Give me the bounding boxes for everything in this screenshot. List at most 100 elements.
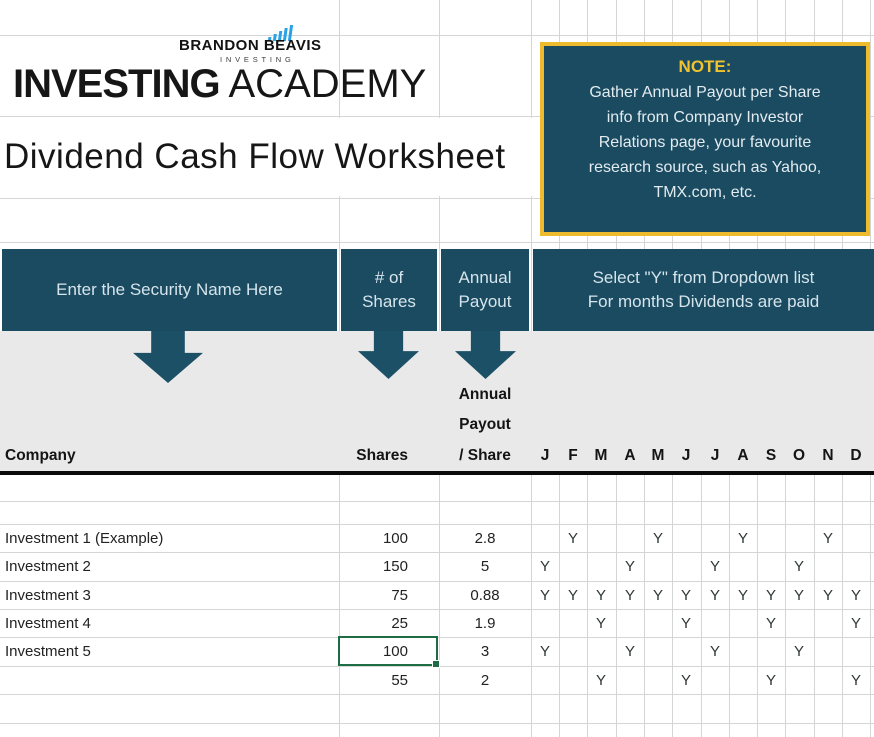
shares-cell[interactable]: 55: [339, 666, 408, 694]
month-cell[interactable]: [842, 524, 870, 552]
month-cell[interactable]: [785, 524, 813, 552]
instruction-text: Payout: [458, 292, 512, 311]
month-cell[interactable]: [531, 666, 559, 694]
month-cell[interactable]: Y: [701, 637, 729, 666]
payout-cell[interactable]: 1.9: [439, 609, 531, 637]
month-cell[interactable]: [842, 637, 870, 666]
month-cell[interactable]: [814, 552, 842, 581]
month-cell[interactable]: [757, 552, 785, 581]
month-cell[interactable]: [672, 637, 700, 666]
month-cell[interactable]: [814, 666, 842, 694]
wordmark-academy: ACADEMY: [228, 62, 427, 106]
month-cell[interactable]: Y: [701, 581, 729, 609]
month-cell[interactable]: [587, 637, 615, 666]
month-cell[interactable]: Y: [729, 524, 757, 552]
month-cell[interactable]: [616, 609, 644, 637]
month-cell[interactable]: [842, 552, 870, 581]
month-cell[interactable]: [559, 609, 587, 637]
month-cell[interactable]: [785, 666, 813, 694]
shares-cell[interactable]: 75: [339, 581, 408, 609]
month-cell[interactable]: [616, 666, 644, 694]
month-cell[interactable]: Y: [785, 552, 813, 581]
month-cell[interactable]: Y: [701, 552, 729, 581]
instruction-dropdown: Select "Y" from Dropdown list For months…: [533, 249, 874, 331]
month-cell[interactable]: Y: [616, 552, 644, 581]
month-cell[interactable]: Y: [616, 637, 644, 666]
instruction-text: Annual: [458, 268, 512, 287]
month-cell[interactable]: Y: [814, 581, 842, 609]
month-cell[interactable]: [701, 666, 729, 694]
month-cell[interactable]: [616, 524, 644, 552]
month-cell[interactable]: Y: [531, 581, 559, 609]
month-cell[interactable]: Y: [616, 581, 644, 609]
shares-cell[interactable]: 150: [339, 552, 408, 581]
month-header-cell: J: [540, 447, 550, 464]
month-cell[interactable]: [701, 524, 729, 552]
column-header-payout-line3: / Share: [459, 447, 511, 464]
month-cell[interactable]: Y: [531, 552, 559, 581]
company-cell[interactable]: [5, 666, 330, 694]
month-cell[interactable]: [785, 609, 813, 637]
month-cell[interactable]: [729, 552, 757, 581]
month-cell[interactable]: Y: [842, 609, 870, 637]
payout-cell[interactable]: 2.8: [439, 524, 531, 552]
month-cell[interactable]: Y: [814, 524, 842, 552]
month-cell[interactable]: [531, 524, 559, 552]
month-cell[interactable]: Y: [785, 581, 813, 609]
month-cell[interactable]: [559, 666, 587, 694]
month-cell[interactable]: Y: [672, 609, 700, 637]
month-cell[interactable]: [587, 552, 615, 581]
month-cell[interactable]: [644, 637, 672, 666]
company-cell[interactable]: Investment 1 (Example): [5, 524, 330, 552]
month-cell[interactable]: Y: [587, 581, 615, 609]
month-cell[interactable]: [672, 524, 700, 552]
month-cell[interactable]: Y: [785, 637, 813, 666]
month-cell[interactable]: Y: [644, 524, 672, 552]
month-cell[interactable]: [729, 609, 757, 637]
shares-cell[interactable]: 100: [339, 524, 408, 552]
instruction-text: Shares: [362, 292, 416, 311]
month-cell[interactable]: Y: [842, 581, 870, 609]
month-cell[interactable]: [757, 637, 785, 666]
payout-cell[interactable]: 2: [439, 666, 531, 694]
payout-cell[interactable]: 3: [439, 637, 531, 666]
month-cell[interactable]: [531, 609, 559, 637]
company-cell[interactable]: Investment 2: [5, 552, 330, 581]
month-cell[interactable]: Y: [757, 666, 785, 694]
month-cell[interactable]: Y: [729, 581, 757, 609]
month-cell[interactable]: Y: [672, 581, 700, 609]
month-cell[interactable]: Y: [531, 637, 559, 666]
month-cell[interactable]: [559, 552, 587, 581]
month-cell[interactable]: [644, 666, 672, 694]
month-cell[interactable]: Y: [672, 666, 700, 694]
table-row: Investment 4 25 1.9 Y Y Y Y: [0, 609, 874, 637]
month-cell[interactable]: [814, 637, 842, 666]
month-cell[interactable]: Y: [587, 609, 615, 637]
month-cell[interactable]: [729, 637, 757, 666]
month-header-cell: J: [710, 447, 720, 464]
month-cell[interactable]: [814, 609, 842, 637]
payout-cell[interactable]: 0.88: [439, 581, 531, 609]
payout-cell[interactable]: 5: [439, 552, 531, 581]
month-cell[interactable]: [701, 609, 729, 637]
month-cell[interactable]: Y: [559, 581, 587, 609]
month-cell[interactable]: [729, 666, 757, 694]
month-cell[interactable]: Y: [842, 666, 870, 694]
month-cell[interactable]: Y: [757, 609, 785, 637]
company-cell[interactable]: Investment 5: [5, 637, 330, 666]
month-cell[interactable]: [644, 609, 672, 637]
shares-cell-active[interactable]: 100: [339, 637, 408, 666]
month-cell[interactable]: Y: [559, 524, 587, 552]
month-cell[interactable]: [672, 552, 700, 581]
month-cell[interactable]: Y: [757, 581, 785, 609]
month-cell[interactable]: Y: [587, 666, 615, 694]
month-cell[interactable]: [757, 524, 785, 552]
company-cell[interactable]: Investment 4: [5, 609, 330, 637]
shares-cell[interactable]: 25: [339, 609, 408, 637]
note-line: info from Company Investor: [606, 109, 804, 126]
month-cell[interactable]: [587, 524, 615, 552]
month-cell[interactable]: [559, 637, 587, 666]
month-cell[interactable]: Y: [644, 581, 672, 609]
month-cell[interactable]: [644, 552, 672, 581]
company-cell[interactable]: Investment 3: [5, 581, 330, 609]
